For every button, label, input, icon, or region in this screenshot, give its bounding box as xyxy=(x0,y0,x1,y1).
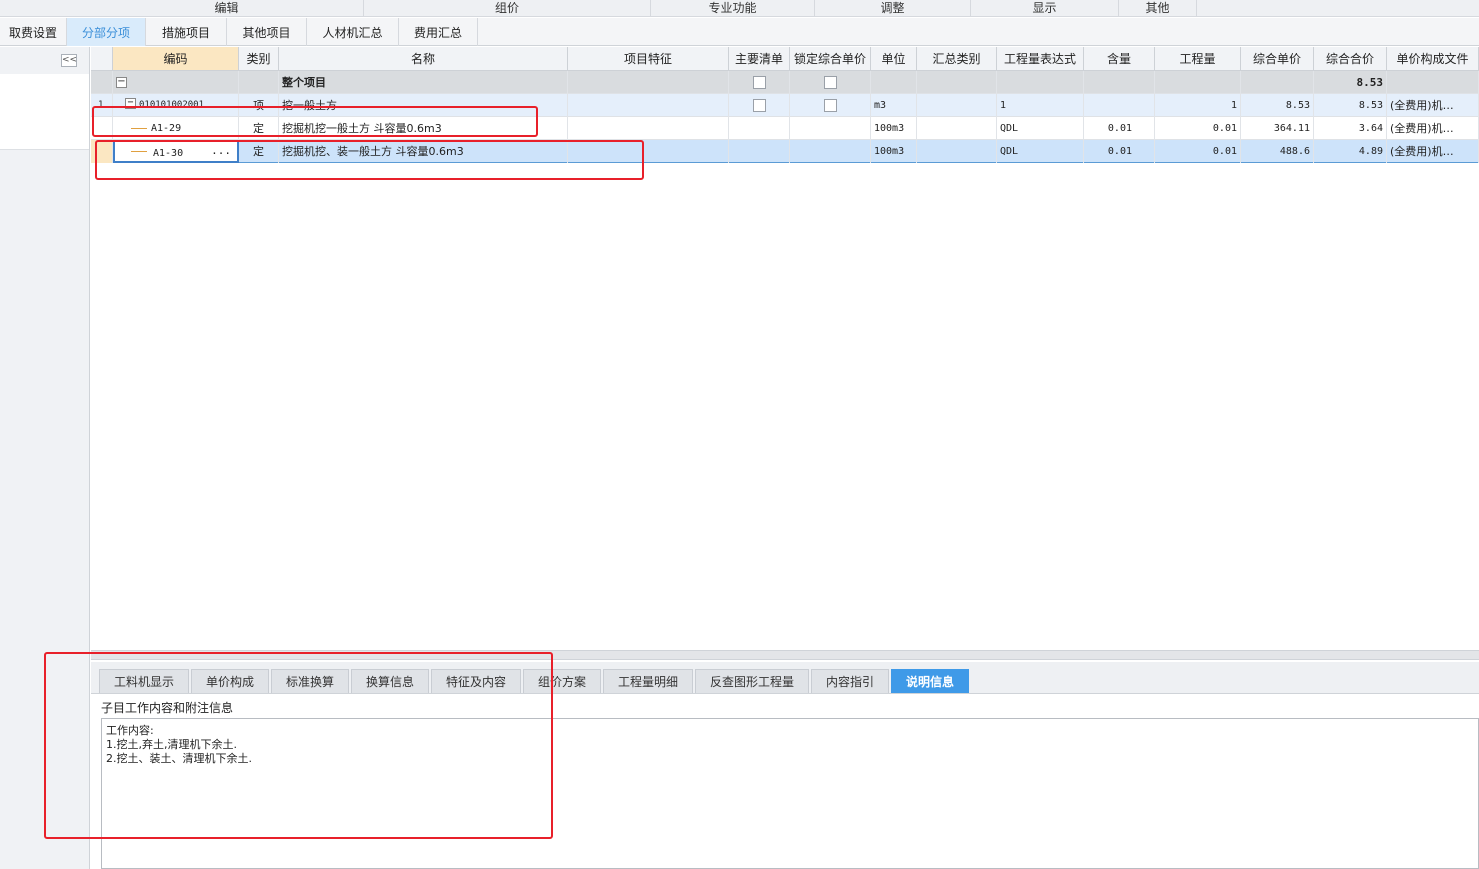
cell-summary-category[interactable] xyxy=(917,94,997,117)
cell-main-list xyxy=(729,94,790,117)
cell-features xyxy=(568,71,729,94)
cell-quantity[interactable]: 0.01 xyxy=(1155,140,1241,163)
cell-price-file[interactable]: (全费用)机… xyxy=(1387,140,1479,163)
cell-unit[interactable]: 100m3 xyxy=(871,117,917,140)
col-header-name[interactable]: 名称 xyxy=(279,47,568,71)
module-tabs: 取费设置 分部分项 措施项目 其他项目 人材机汇总 费用汇总 xyxy=(0,18,1479,46)
main-list-checkbox[interactable] xyxy=(752,75,766,89)
cell-unit[interactable]: m3 xyxy=(871,94,917,117)
cell-lock-price xyxy=(790,71,871,94)
col-header-price-file[interactable]: 单价构成文件 xyxy=(1387,47,1479,71)
cell-features[interactable] xyxy=(568,117,729,140)
row-number xyxy=(91,71,113,94)
cell-lock-price xyxy=(790,94,871,117)
cell-unit xyxy=(871,71,917,94)
annotation-box-a1-30 xyxy=(95,140,644,180)
cell-total-price: 3.64 xyxy=(1314,117,1387,140)
col-header-type[interactable]: 类别 xyxy=(239,47,279,71)
cell-type xyxy=(239,71,279,94)
col-header-unit[interactable]: 单位 xyxy=(871,47,917,71)
collapse-panel-button[interactable]: << xyxy=(61,54,77,67)
cell-expression[interactable]: QDL xyxy=(997,117,1084,140)
tab-measures[interactable]: 措施项目 xyxy=(146,18,227,46)
cell-unit[interactable]: 100m3 xyxy=(871,140,917,163)
cell-price-file xyxy=(1387,71,1479,94)
tab-sub-items[interactable]: 分部分项 xyxy=(67,18,146,46)
cell-expression[interactable]: 1 xyxy=(997,94,1084,117)
cell-quantity[interactable]: 0.01 xyxy=(1155,117,1241,140)
cell-expression xyxy=(997,71,1084,94)
tab-fee-settings[interactable]: 取费设置 xyxy=(0,18,67,46)
tab-other-items[interactable]: 其他项目 xyxy=(227,18,307,46)
cell-lock-price xyxy=(790,117,871,140)
col-header-content[interactable]: 含量 xyxy=(1084,47,1155,71)
ribbon-group-pricing[interactable]: 组价 xyxy=(364,0,651,17)
tab-content-guide[interactable]: 内容指引 xyxy=(811,669,889,693)
col-header-features[interactable]: 项目特征 xyxy=(568,47,729,71)
cell-unit-price: 488.6 xyxy=(1241,140,1314,163)
annotation-box-info xyxy=(44,652,553,839)
left-panel-tree[interactable] xyxy=(0,74,89,150)
cell-unit-price xyxy=(1241,71,1314,94)
col-header-total-price[interactable]: 综合合价 xyxy=(1314,47,1387,71)
col-header-quantity-expression[interactable]: 工程量表达式 xyxy=(997,47,1084,71)
cell-quantity[interactable]: 1 xyxy=(1155,94,1241,117)
main-list-checkbox[interactable] xyxy=(752,98,766,112)
row-header-corner xyxy=(91,47,113,71)
cell-main-list xyxy=(729,140,790,163)
tab-description-info[interactable]: 说明信息 xyxy=(891,669,969,693)
cell-summary-category[interactable] xyxy=(917,140,997,163)
cell-main-list xyxy=(729,71,790,94)
lock-price-checkbox[interactable] xyxy=(823,98,837,112)
cell-total-price: 4.89 xyxy=(1314,140,1387,163)
ribbon-group-edit[interactable]: 编辑 xyxy=(90,0,364,17)
collapse-toggle-icon[interactable]: − xyxy=(116,76,127,88)
ribbon-group-adjust[interactable]: 调整 xyxy=(815,0,971,17)
tab-quantity-detail[interactable]: 工程量明细 xyxy=(603,669,693,693)
cell-content[interactable]: 0.01 xyxy=(1084,117,1155,140)
cell-price-file[interactable]: (全费用)机… xyxy=(1387,117,1479,140)
cell-content xyxy=(1084,71,1155,94)
col-header-summary-category[interactable]: 汇总类别 xyxy=(917,47,997,71)
col-header-unit-price[interactable]: 综合单价 xyxy=(1241,47,1314,71)
cell-main-list xyxy=(729,117,790,140)
cell-content[interactable] xyxy=(1084,94,1155,117)
tab-labor-material-summary[interactable]: 人材机汇总 xyxy=(307,18,399,46)
cell-total-price: 8.53 xyxy=(1314,71,1387,94)
cell-total-price: 8.53 xyxy=(1314,94,1387,117)
cell-expression[interactable]: QDL xyxy=(997,140,1084,163)
cell-price-file[interactable]: (全费用)机… xyxy=(1387,94,1479,117)
col-header-code[interactable]: 编码 xyxy=(113,47,239,71)
cell-quantity xyxy=(1155,71,1241,94)
cell-summary-category xyxy=(917,71,997,94)
cell-name: 整个项目 xyxy=(279,71,568,94)
tab-cost-summary[interactable]: 费用汇总 xyxy=(399,18,478,46)
col-header-lock-price[interactable]: 锁定综合单价 xyxy=(790,47,871,71)
items-grid: 编码 类别 名称 项目特征 主要清单 锁定综合单价 单位 汇总类别 工程量表达式… xyxy=(91,47,1479,650)
cell-features[interactable] xyxy=(568,94,729,117)
ribbon-group-display[interactable]: 显示 xyxy=(971,0,1119,17)
cell-summary-category[interactable] xyxy=(917,117,997,140)
cell-lock-price xyxy=(790,140,871,163)
cell-content[interactable]: 0.01 xyxy=(1084,140,1155,163)
tab-graphic-quantity-lookup[interactable]: 反查图形工程量 xyxy=(695,669,809,693)
cell-unit-price: 364.11 xyxy=(1241,117,1314,140)
annotation-box-a1-29 xyxy=(92,106,538,137)
col-header-quantity[interactable]: 工程量 xyxy=(1155,47,1241,71)
table-row-total[interactable]: − 整个项目 8.53 xyxy=(91,71,1479,94)
cell-unit-price: 8.53 xyxy=(1241,94,1314,117)
ribbon-group-professional[interactable]: 专业功能 xyxy=(651,0,815,17)
ribbon-group-other[interactable]: 其他 xyxy=(1119,0,1197,17)
col-header-main-list[interactable]: 主要清单 xyxy=(729,47,790,71)
tree-toggle[interactable]: − xyxy=(113,71,239,94)
ribbon-group-labels: 编辑 组价 专业功能 调整 显示 其他 xyxy=(0,0,1479,17)
lock-price-checkbox[interactable] xyxy=(823,75,837,89)
